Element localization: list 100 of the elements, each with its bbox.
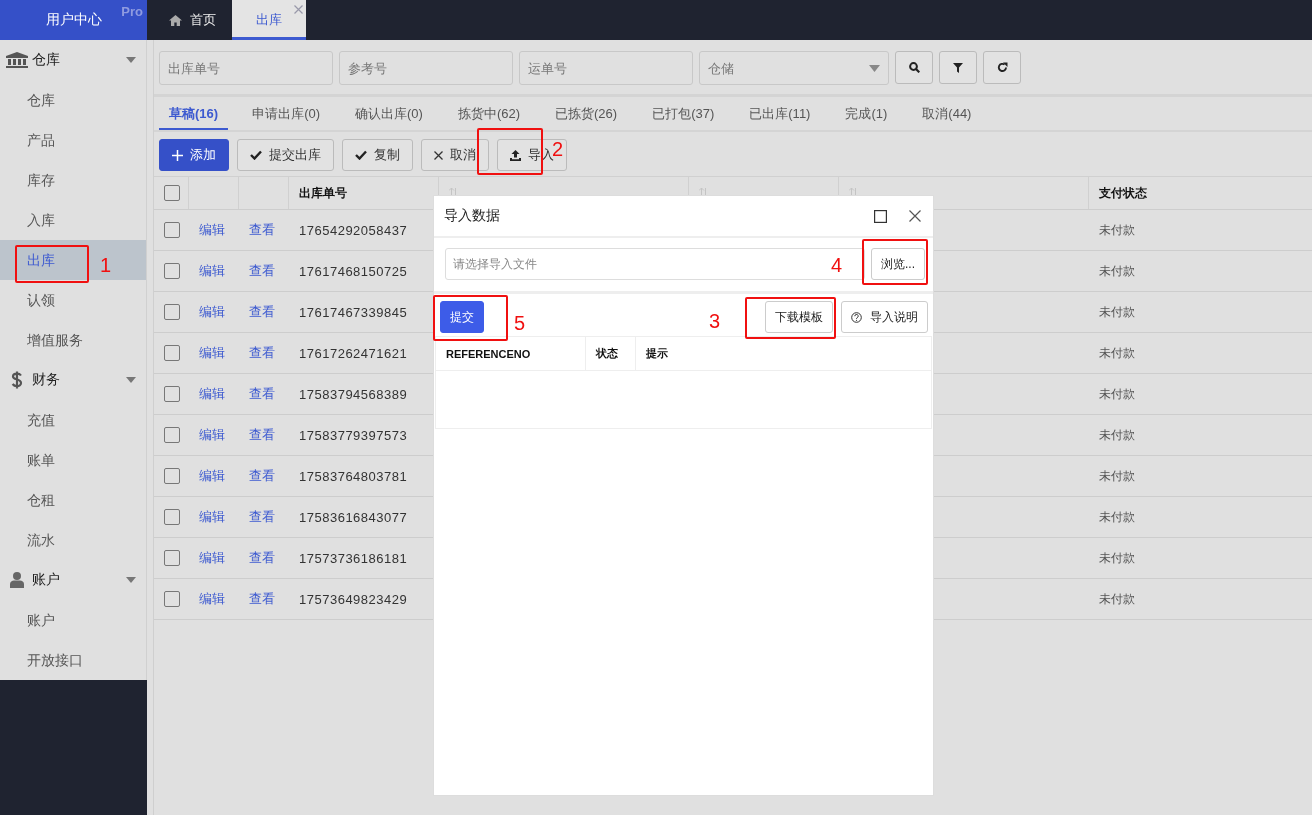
sidebar-item[interactable]: 产品: [0, 120, 146, 160]
table-cell: 未付款: [1099, 221, 1135, 239]
submit-button[interactable]: 提交: [440, 301, 484, 333]
sidebar-item[interactable]: 仓库: [0, 80, 146, 120]
menu-group[interactable]: 财务: [0, 360, 146, 400]
column-header[interactable]: 出库单号: [299, 184, 347, 202]
edit-link[interactable]: 编辑: [199, 590, 225, 608]
view-link[interactable]: 查看: [249, 508, 275, 526]
sidebar-item[interactable]: 库存: [0, 160, 146, 200]
view-link[interactable]: 查看: [249, 426, 275, 444]
dialog-title: 导入数据: [444, 207, 501, 225]
status-tab[interactable]: 完成(1): [835, 97, 898, 130]
row-checkbox[interactable]: [164, 345, 180, 361]
edit-link[interactable]: 编辑: [199, 467, 225, 485]
table-cell: 未付款: [1099, 508, 1135, 526]
row-checkbox[interactable]: [164, 550, 180, 566]
menu-group[interactable]: 仓库: [0, 40, 146, 80]
edit-link[interactable]: 编辑: [199, 549, 225, 567]
search-field[interactable]: 参考号: [339, 51, 513, 85]
step-number: 4: [831, 254, 843, 277]
status-tab[interactable]: 已出库(11): [739, 97, 821, 130]
table-cell: 未付款: [1099, 344, 1135, 362]
close-icon: [434, 150, 443, 160]
template-button[interactable]: 下载模板: [765, 301, 833, 333]
column-header[interactable]: 支付状态: [1099, 184, 1147, 202]
sidebar-item[interactable]: 开放接口: [0, 640, 146, 680]
column-header[interactable]: 状态: [586, 337, 636, 370]
sidebar-item[interactable]: 账户: [0, 600, 146, 640]
toolbar-button[interactable]: 取消: [421, 139, 489, 171]
view-link[interactable]: 查看: [249, 221, 275, 239]
status-tab[interactable]: 申请出库(0): [242, 97, 330, 130]
sidebar-item[interactable]: 流水: [0, 520, 146, 560]
maximize-icon[interactable]: [874, 209, 887, 223]
row-checkbox[interactable]: [164, 386, 180, 402]
sidebar-item[interactable]: 增值服务: [0, 320, 146, 360]
search-field[interactable]: 运单号: [519, 51, 693, 85]
view-link[interactable]: 查看: [249, 344, 275, 362]
edit-link[interactable]: 编辑: [199, 426, 225, 444]
menu-group[interactable]: 账户: [0, 560, 146, 600]
help-icon: [851, 311, 862, 323]
status-tab[interactable]: 确认出库(0): [345, 97, 433, 130]
table-cell: 未付款: [1099, 549, 1135, 567]
status-tab[interactable]: 已拣货(26): [545, 97, 628, 130]
warehouse-select[interactable]: 仓储: [699, 51, 889, 85]
sidebar-item[interactable]: 认领: [0, 280, 146, 320]
edit-link[interactable]: 编辑: [199, 344, 225, 362]
edit-link[interactable]: 编辑: [199, 508, 225, 526]
status-tab[interactable]: 取消(44): [912, 97, 982, 130]
table-cell: 未付款: [1099, 385, 1135, 403]
table-cell: 17573649823429: [299, 591, 408, 607]
view-link[interactable]: 查看: [249, 590, 275, 608]
row-checkbox[interactable]: [164, 427, 180, 443]
column-header[interactable]: REFERENCENO: [436, 337, 586, 370]
sidebar-item[interactable]: 账单: [0, 440, 146, 480]
view-link[interactable]: 查看: [249, 549, 275, 567]
row-checkbox[interactable]: [164, 591, 180, 607]
edit-link[interactable]: 编辑: [199, 385, 225, 403]
toolbar-button[interactable]: 添加: [159, 139, 229, 171]
row-checkbox[interactable]: [164, 222, 180, 238]
status-tab[interactable]: 已打包(37): [642, 97, 725, 130]
edit-link[interactable]: 编辑: [199, 262, 225, 280]
view-link[interactable]: 查看: [249, 303, 275, 321]
pro-label: Pro: [121, 4, 143, 19]
status-tab[interactable]: 拣货中(62): [447, 97, 531, 130]
table-cell: 未付款: [1099, 303, 1135, 321]
filter-icon: [953, 62, 963, 73]
row-checkbox[interactable]: [164, 468, 180, 484]
column-header[interactable]: 提示: [636, 337, 931, 370]
row-checkbox[interactable]: [164, 263, 180, 279]
sidebar-item[interactable]: 充值: [0, 400, 146, 440]
bank-icon: [6, 52, 28, 68]
page-tab[interactable]: 出库: [232, 0, 306, 40]
view-link[interactable]: 查看: [249, 262, 275, 280]
toolbar-button[interactable]: 提交出库: [237, 139, 334, 171]
brand-title: 用户中心: [45, 11, 102, 29]
sidebar-item[interactable]: 入库: [0, 200, 146, 240]
row-checkbox[interactable]: [164, 304, 180, 320]
page-tab[interactable]: 首页: [153, 0, 232, 40]
edit-link[interactable]: 编辑: [199, 221, 225, 239]
view-link[interactable]: 查看: [249, 467, 275, 485]
table-cell: 17617468150725: [299, 263, 408, 279]
view-link[interactable]: 查看: [249, 385, 275, 403]
filter-button[interactable]: [939, 51, 977, 84]
close-icon[interactable]: [909, 210, 921, 222]
status-tab[interactable]: 草稿(16): [159, 97, 229, 130]
table-cell: 17583764803781: [299, 468, 408, 484]
row-checkbox[interactable]: [164, 509, 180, 525]
browse-button[interactable]: 浏览...: [871, 248, 925, 280]
search-field[interactable]: 出库单号: [159, 51, 333, 85]
help-button[interactable]: 导入说明: [841, 301, 928, 333]
select-all-checkbox[interactable]: [164, 185, 180, 201]
edit-link[interactable]: 编辑: [199, 303, 225, 321]
refresh-button[interactable]: [983, 51, 1021, 84]
step-number: 1: [100, 254, 112, 277]
sidebar-item[interactable]: 仓租: [0, 480, 146, 520]
toolbar-button[interactable]: 复制: [342, 139, 413, 171]
search-button[interactable]: [895, 51, 933, 84]
table-cell: 未付款: [1099, 590, 1135, 608]
refresh-icon: [996, 62, 1008, 73]
step-number: 5: [514, 312, 526, 335]
